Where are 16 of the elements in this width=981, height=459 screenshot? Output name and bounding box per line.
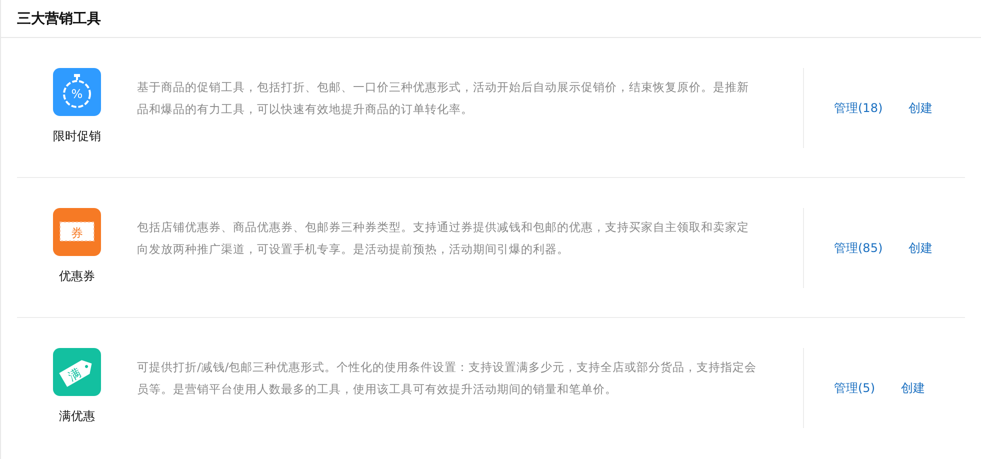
section-title: 三大营销工具 xyxy=(17,10,101,28)
tool-name: 优惠券 xyxy=(59,268,95,285)
tool-name: 满优惠 xyxy=(59,408,95,425)
create-link[interactable]: 创建 xyxy=(908,240,933,256)
manage-link[interactable]: 管理(85) xyxy=(834,240,883,256)
create-link[interactable]: 创建 xyxy=(901,380,925,396)
ticket-icon: 券 xyxy=(53,208,101,256)
tool-description: 基于商品的促销工具，包括打折、包邮、一口价三种优惠形式，活动开始后自动展示促销价，结束恢复原价。是推新品和爆品的有力工具，可以快速有效地提升商品的订单转化率。 xyxy=(137,79,750,118)
manage-link[interactable]: 管理(5) xyxy=(834,380,875,396)
manage-link[interactable]: 管理(18) xyxy=(834,100,883,116)
tool-description: 可提供打折/减钱/包邮三种优惠形式。个性化的使用条件设置：支持设置满多少元，支持全店或部分货品，支持指定会员等。是营销平台使用人数最多的工具，使用该工具可有效提升活动期间的销量和笔单价。 xyxy=(137,359,757,398)
tool-description: 包括店铺优惠券、商品优惠券、包邮券三种券类型。支持通过券提供减钱和包邮的优惠，支持买家自主领取和卖家定向发放两种推广渠道，可设置手机专享。是活动提前预热，活动期间引爆的利器。 xyxy=(137,219,750,258)
tag-icon: 满 xyxy=(53,348,101,396)
tool-name: 限时促销 xyxy=(53,128,101,145)
create-link[interactable]: 创建 xyxy=(908,100,933,116)
stopwatch-icon: % xyxy=(53,68,101,116)
